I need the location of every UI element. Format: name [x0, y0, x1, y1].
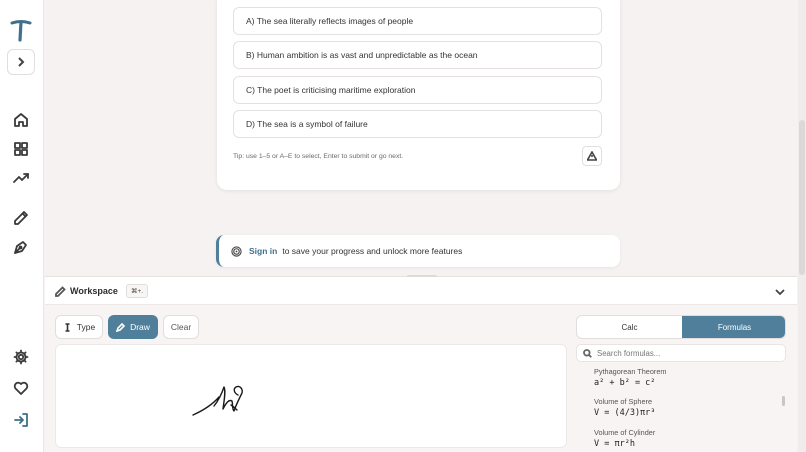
formula-item[interactable]: Volume of Cylinder V = πr²h: [594, 428, 784, 449]
draw-button[interactable]: Draw: [108, 315, 158, 339]
formula-name: Volume of Cylinder: [594, 428, 656, 437]
page-scroll-thumb[interactable]: [799, 120, 805, 275]
workspace-title: Workspace: [70, 286, 118, 296]
sign-in-icon[interactable]: [10, 409, 32, 431]
sidebar: [0, 0, 44, 452]
quiz-card: A) The sea literally reflects images of …: [217, 0, 620, 190]
pencil-icon[interactable]: [10, 207, 32, 229]
home-icon[interactable]: [10, 109, 32, 131]
pencil-icon: [54, 285, 66, 297]
handwritten-stroke: [192, 385, 243, 416]
tab-calc[interactable]: Calc: [577, 316, 682, 338]
type-button-label: Type: [76, 322, 96, 332]
report-button[interactable]: [582, 146, 602, 166]
dashboard-icon[interactable]: [10, 138, 32, 160]
chevron-right-icon: [18, 57, 25, 67]
answer-option-a[interactable]: A) The sea literally reflects images of …: [233, 7, 602, 35]
formula-name: Volume of Sphere: [594, 397, 653, 406]
formula-expression: a² + b² = c²: [594, 378, 656, 388]
workspace-header: Workspace ⌘+.: [45, 277, 797, 305]
formula-search: [576, 344, 786, 362]
clear-button[interactable]: Clear: [163, 315, 199, 339]
search-icon: [583, 348, 592, 358]
formula-expression: V = πr²h: [594, 439, 635, 449]
type-button[interactable]: Type: [55, 315, 103, 339]
formula-name: Pythagorean Theorem: [594, 367, 667, 376]
formula-list: Pythagorean Theorem a² + b² = c² Volume …: [594, 367, 784, 452]
formula-list-scrollbar[interactable]: [782, 396, 785, 406]
formula-item[interactable]: Pythagorean Theorem a² + b² = c²: [594, 367, 784, 388]
shortcut-badge: ⌘+.: [126, 284, 149, 298]
draw-button-label: Draw: [130, 322, 150, 332]
text-cursor-icon: [65, 322, 70, 332]
trending-up-icon[interactable]: [10, 167, 32, 189]
app-logo[interactable]: [9, 18, 33, 44]
keyboard-tip: Tip: use 1–5 or A–E to select, Enter to …: [233, 153, 404, 160]
pen-tool-icon[interactable]: [10, 236, 32, 258]
heart-icon[interactable]: [10, 377, 32, 399]
pen-icon: [116, 322, 126, 332]
formula-expression: V = (4/3)πr³: [594, 408, 656, 418]
settings-icon[interactable]: [10, 346, 32, 368]
warning-icon: [587, 151, 597, 161]
answer-option-b[interactable]: B) Human ambition is as vast and unpredi…: [233, 41, 602, 69]
signin-link[interactable]: Sign in: [249, 246, 277, 256]
formula-item[interactable]: Volume of Sphere V = (4/3)πr³: [594, 397, 784, 418]
chevron-down-icon[interactable]: [774, 285, 786, 297]
formula-search-input[interactable]: [597, 348, 777, 358]
answer-option-c[interactable]: C) The poet is criticising maritime expl…: [233, 76, 602, 104]
answer-option-d[interactable]: D) The sea is a symbol of failure: [233, 110, 602, 138]
signin-message: to save your progress and unlock more fe…: [282, 246, 463, 256]
drawing-canvas[interactable]: [55, 344, 567, 448]
workspace-panel: Workspace ⌘+. Type Draw Clear Calc Formu…: [45, 275, 797, 452]
mode-toggle: Calc Formulas: [576, 315, 786, 339]
tab-formulas[interactable]: Formulas: [682, 316, 785, 338]
expand-sidebar-button[interactable]: [7, 49, 35, 75]
page-scrollbar[interactable]: [798, 0, 806, 452]
target-icon: [231, 245, 242, 257]
signin-banner: Sign in to save your progress and unlock…: [216, 235, 620, 267]
